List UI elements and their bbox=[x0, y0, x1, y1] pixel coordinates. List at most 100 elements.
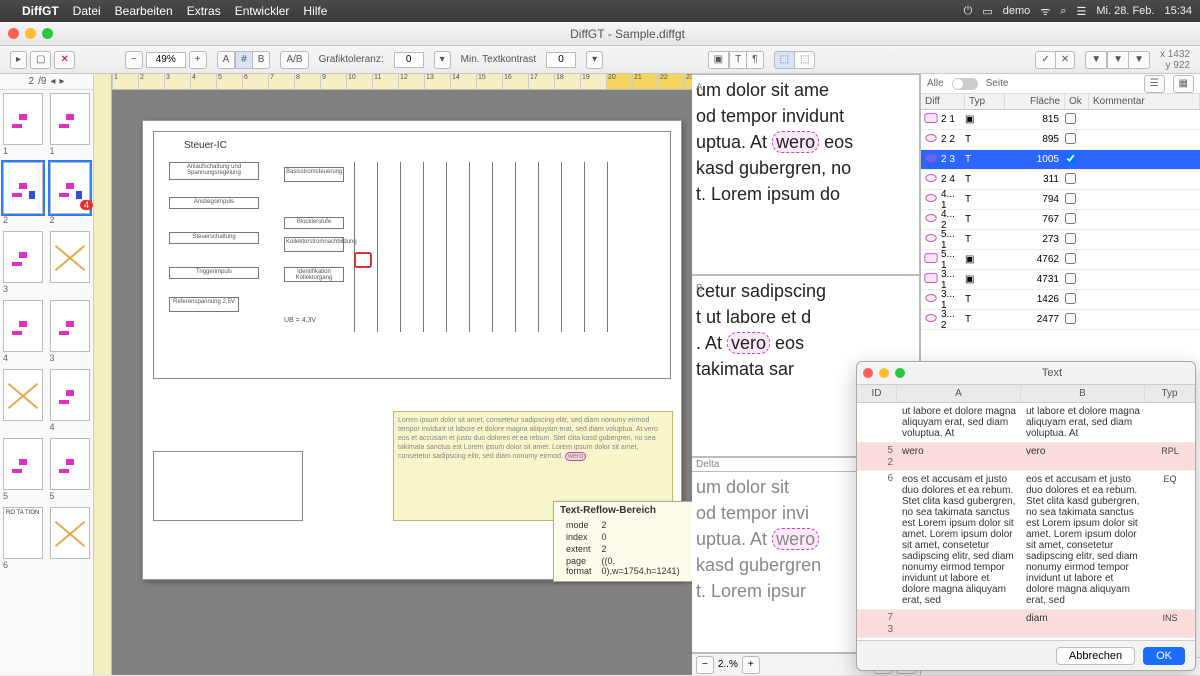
diff-ok-checkbox[interactable] bbox=[1065, 133, 1076, 144]
menubar-wifi-icon[interactable]: ᯤ bbox=[1040, 4, 1050, 19]
detail-cancel-button[interactable]: Abbrechen bbox=[1056, 647, 1135, 665]
zoom-out-button[interactable]: − bbox=[125, 51, 143, 69]
filter2-button[interactable]: ▼ bbox=[1107, 51, 1129, 69]
compare-zoom-out-button[interactable]: − bbox=[696, 656, 714, 674]
overlay-image-button[interactable]: ▣ bbox=[708, 51, 729, 69]
view-ab-button[interactable]: A/B bbox=[280, 51, 308, 69]
thumbnail-page[interactable] bbox=[3, 162, 43, 214]
text-diff-word[interactable]: vero bbox=[727, 332, 770, 354]
zoom-field[interactable] bbox=[146, 52, 186, 68]
detail-ok-button[interactable]: OK bbox=[1143, 647, 1185, 665]
diff-list-row[interactable]: 3...1 T 1426 bbox=[921, 290, 1200, 310]
diff-filter-toggle[interactable] bbox=[952, 78, 978, 90]
menubar-control-icon[interactable]: ☰ bbox=[1077, 5, 1087, 18]
menubar-user[interactable]: demo bbox=[1003, 5, 1031, 17]
thumbnail-page[interactable] bbox=[50, 438, 90, 490]
diff-ok-checkbox[interactable] bbox=[1065, 273, 1076, 284]
diff-list-row[interactable]: 2 1 ▣ 815 bbox=[921, 110, 1200, 130]
thumbnail-page[interactable] bbox=[3, 300, 43, 352]
text-detail-row[interactable]: ut labore et dolore magna aliquyam erat,… bbox=[857, 403, 1195, 443]
thumbnail-page[interactable] bbox=[3, 369, 43, 421]
diff-list-row[interactable]: 4...2 T 767 bbox=[921, 210, 1200, 230]
text-diff-word[interactable]: wero bbox=[772, 131, 819, 153]
view-a-button[interactable]: A bbox=[217, 51, 236, 69]
diff-ok-checkbox[interactable] bbox=[1065, 313, 1076, 324]
unlink-button[interactable]: ⬚ bbox=[795, 51, 815, 69]
minimize-window-button[interactable] bbox=[25, 28, 36, 39]
pointer-tool-button[interactable]: ▸ bbox=[10, 51, 27, 69]
thumbnail-page[interactable] bbox=[3, 231, 43, 283]
zoom-in-button[interactable]: + bbox=[189, 51, 207, 69]
thumbnail-page[interactable] bbox=[50, 369, 90, 421]
textkontrast-field[interactable] bbox=[546, 52, 576, 68]
document-canvas[interactable]: Steuer-IC Anlaufschaltung und Spannungsr… bbox=[112, 90, 692, 675]
text-detail-row[interactable]: 6 eos et accusam et justo duo dolores et… bbox=[857, 471, 1195, 610]
overlay-para-button[interactable]: ¶ bbox=[747, 51, 763, 69]
region-tool-button[interactable]: ▢ bbox=[30, 51, 51, 69]
diff-list-row[interactable]: 2 2 T 895 bbox=[921, 130, 1200, 150]
diff-ok-checkbox[interactable] bbox=[1065, 193, 1076, 204]
prev-page-button[interactable]: ◂ bbox=[50, 76, 55, 87]
delete-tool-button[interactable]: ✕ bbox=[54, 51, 74, 69]
menu-file[interactable]: Datei bbox=[73, 4, 101, 18]
thumbnail-page[interactable] bbox=[3, 93, 43, 145]
detail-zoom-button[interactable] bbox=[895, 368, 905, 378]
detail-close-button[interactable] bbox=[863, 368, 873, 378]
grafiktoleranz-field[interactable] bbox=[394, 52, 424, 68]
app-menu[interactable]: DiffGT bbox=[22, 4, 59, 18]
menu-developer[interactable]: Entwickler bbox=[235, 4, 290, 18]
diff-list-row[interactable]: 2 4 T 311 bbox=[921, 170, 1200, 190]
next-page-button[interactable]: ▸ bbox=[59, 76, 64, 87]
diff-ok-checkbox[interactable] bbox=[1065, 153, 1076, 164]
menubar-search-icon[interactable]: ⌕ bbox=[1060, 5, 1066, 18]
list-view-button[interactable]: ☰ bbox=[1144, 75, 1165, 93]
menubar-date: Mi. 28. Feb. bbox=[1096, 5, 1154, 17]
grafiktoleranz-stepper[interactable]: ▾ bbox=[434, 51, 451, 69]
diff-marker[interactable] bbox=[354, 252, 372, 268]
diff-list-row[interactable]: 3...1 ▣ 4731 bbox=[921, 270, 1200, 290]
menu-edit[interactable]: Bearbeiten bbox=[115, 4, 173, 18]
textkontrast-stepper[interactable]: ▾ bbox=[586, 51, 603, 69]
uncheck-button[interactable]: ✕ bbox=[1056, 51, 1075, 69]
diff-list-row[interactable]: 5...1 T 273 bbox=[921, 230, 1200, 250]
compare-zoom-in-button[interactable]: + bbox=[742, 656, 760, 674]
diff-ok-checkbox[interactable] bbox=[1065, 173, 1076, 184]
menubar-battery-icon[interactable]: ▭ bbox=[982, 5, 992, 18]
menubar-wifi-icon[interactable]: ⏻ bbox=[964, 5, 973, 18]
detail-minimize-button[interactable] bbox=[879, 368, 889, 378]
diff-ok-checkbox[interactable] bbox=[1065, 233, 1076, 244]
view-b-button[interactable]: B bbox=[253, 51, 271, 69]
filter3-button[interactable]: ▼ bbox=[1129, 51, 1150, 69]
thumbnail-page[interactable] bbox=[50, 507, 90, 559]
zoom-window-button[interactable] bbox=[42, 28, 53, 39]
thumbnail-page[interactable] bbox=[3, 438, 43, 490]
text-diff-word[interactable]: wero bbox=[772, 528, 819, 550]
diff-filter-page[interactable]: Seite bbox=[986, 78, 1009, 89]
thumbnail-page[interactable] bbox=[50, 231, 90, 283]
view-diff-button[interactable]: # bbox=[235, 51, 253, 69]
grid-view-button[interactable]: ▦ bbox=[1173, 75, 1194, 93]
diff-filter-all[interactable]: Alle bbox=[927, 78, 944, 89]
diff-ok-checkbox[interactable] bbox=[1065, 213, 1076, 224]
diff-ok-checkbox[interactable] bbox=[1065, 113, 1076, 124]
check-button[interactable]: ✓ bbox=[1035, 51, 1055, 69]
thumbnail-page[interactable] bbox=[50, 93, 90, 145]
link-button[interactable]: ⬚ bbox=[774, 51, 795, 69]
menu-extras[interactable]: Extras bbox=[187, 4, 221, 18]
text-detail-row[interactable]: 52 weroveroRPL bbox=[857, 443, 1195, 471]
diff-ok-checkbox[interactable] bbox=[1065, 253, 1076, 264]
menu-help[interactable]: Hilfe bbox=[303, 4, 327, 18]
thumbnail-page[interactable]: RO TA TION bbox=[3, 507, 43, 559]
diff-list-row[interactable]: 3...2 T 2477 bbox=[921, 310, 1200, 330]
text-diff-highlight[interactable]: wero bbox=[565, 452, 586, 461]
compare-pane-a[interactable]: A um dolor sit ameod tempor inviduntuptu… bbox=[692, 74, 920, 275]
diff-list-row[interactable]: 2 3 T 1005 bbox=[921, 150, 1200, 170]
thumbnail-page[interactable] bbox=[50, 300, 90, 352]
filter1-button[interactable]: ▼ bbox=[1085, 51, 1107, 69]
overlay-text-button[interactable]: T bbox=[729, 51, 747, 69]
diff-list-row[interactable]: 4...1 T 794 bbox=[921, 190, 1200, 210]
diff-list-row[interactable]: 5...1 ▣ 4762 bbox=[921, 250, 1200, 270]
close-window-button[interactable] bbox=[8, 28, 19, 39]
diff-ok-checkbox[interactable] bbox=[1065, 293, 1076, 304]
text-detail-row[interactable]: 73 diamINS bbox=[857, 610, 1195, 638]
